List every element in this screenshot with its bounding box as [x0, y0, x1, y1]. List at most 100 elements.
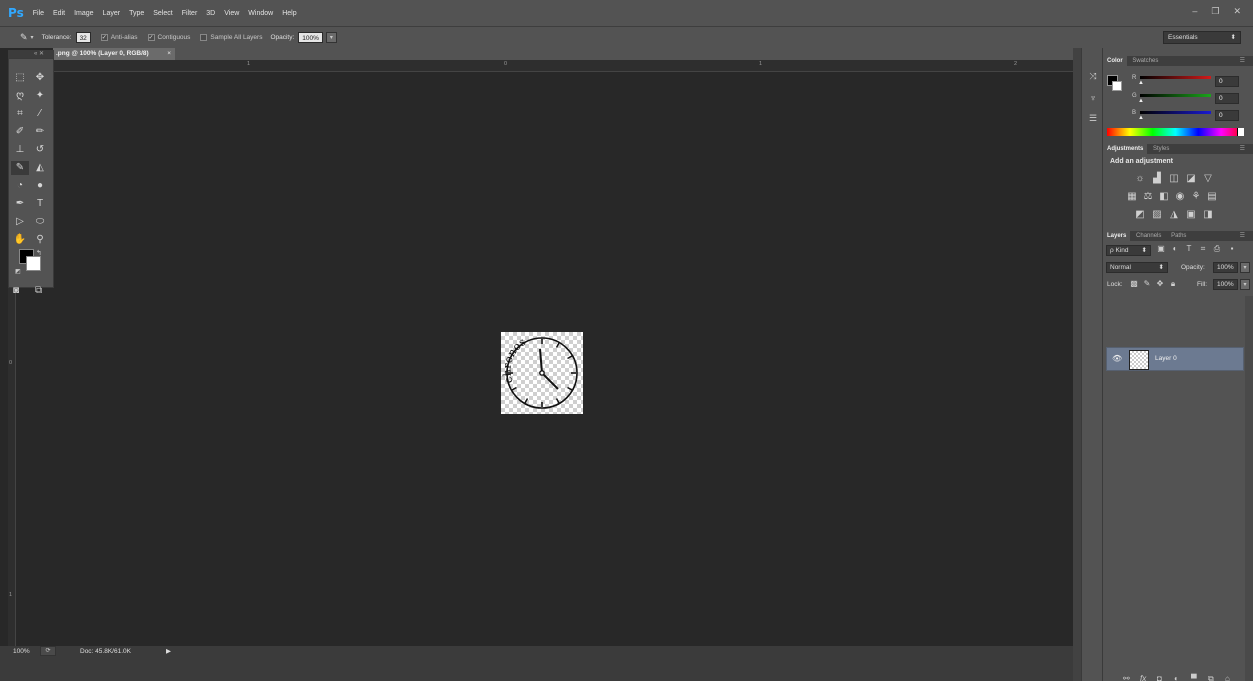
- document-tab[interactable]: .png @ 100% (Layer 0, RGB/8) ×: [53, 48, 175, 60]
- panel-menu-icon[interactable]: ☰: [1236, 231, 1249, 241]
- blend-mode-select[interactable]: Normal ⬍: [1106, 262, 1168, 273]
- filter-smart-object-icon[interactable]: ⎙: [1210, 244, 1224, 254]
- gradient-map-icon[interactable]: ▣: [1184, 209, 1198, 220]
- tab-styles[interactable]: Styles: [1149, 144, 1173, 154]
- magic-wand-tool-icon[interactable]: ✦: [31, 89, 49, 103]
- g-slider[interactable]: [1140, 94, 1211, 97]
- invert-icon[interactable]: ◩: [1133, 209, 1147, 220]
- zoom-level[interactable]: 100%: [13, 648, 30, 655]
- menu-file[interactable]: File: [33, 10, 44, 17]
- menu-select[interactable]: Select: [153, 10, 172, 17]
- brush-presets-icon[interactable]: ♆: [1087, 92, 1099, 104]
- layer-filter-kind[interactable]: ρ Kind ⬍: [1106, 245, 1151, 256]
- tab-color[interactable]: Color: [1103, 56, 1127, 66]
- eraser-tool-icon[interactable]: ✎: [11, 161, 29, 175]
- lock-position-icon[interactable]: ✥: [1153, 279, 1167, 288]
- g-value-input[interactable]: 0: [1215, 93, 1239, 104]
- filter-pixel-icon[interactable]: ▣: [1154, 244, 1168, 253]
- move-tool-icon[interactable]: ✥: [31, 71, 49, 85]
- properties-icon[interactable]: ☰: [1087, 112, 1099, 124]
- workspace-switcher[interactable]: Essentials ⬍: [1163, 31, 1241, 44]
- fill-dropdown[interactable]: ▾: [1240, 279, 1250, 290]
- filter-shape-icon[interactable]: ⌗: [1196, 244, 1210, 254]
- new-group-icon[interactable]: ▀: [1191, 674, 1197, 681]
- crop-tool-icon[interactable]: ⌗: [11, 107, 29, 121]
- menu-3d[interactable]: 3D: [206, 10, 215, 17]
- eye-icon[interactable]: 👁︎: [1112, 354, 1122, 363]
- contiguous-checkbox[interactable]: ✓: [147, 34, 155, 41]
- b-slider-thumb[interactable]: ▲: [1138, 115, 1144, 121]
- minimize-button[interactable]: –: [1192, 6, 1197, 17]
- blur-tool-icon[interactable]: ◔: [11, 179, 29, 193]
- g-slider-thumb[interactable]: ▲: [1138, 98, 1144, 104]
- color-balance-icon[interactable]: ⚖: [1141, 191, 1155, 202]
- status-menu-arrow[interactable]: ▶: [166, 647, 171, 655]
- ellipse-tool-icon[interactable]: ⬭: [31, 215, 49, 229]
- fill-input[interactable]: 100%: [1213, 279, 1238, 290]
- close-button[interactable]: ✕: [1233, 6, 1241, 17]
- menu-view[interactable]: View: [224, 10, 239, 17]
- layer-row[interactable]: 👁︎ Layer 0: [1106, 347, 1244, 371]
- background-eraser-icon[interactable]: ✎: [20, 32, 28, 43]
- menu-type[interactable]: Type: [129, 10, 144, 17]
- dodge-tool-icon[interactable]: ●: [31, 179, 49, 193]
- b-slider[interactable]: [1140, 111, 1211, 114]
- document-image[interactable]: chronos: [500, 332, 583, 414]
- r-value-input[interactable]: 0: [1215, 76, 1239, 87]
- lasso-tool-icon[interactable]: ღ: [11, 89, 29, 103]
- panel-dock-divider[interactable]: [1073, 48, 1081, 681]
- pen-tool-icon[interactable]: ✒: [11, 197, 29, 211]
- tab-swatches[interactable]: Swatches: [1128, 56, 1162, 66]
- layer-opacity-dropdown[interactable]: ▾: [1240, 262, 1250, 273]
- exposure-icon[interactable]: ◪: [1184, 173, 1198, 184]
- panel-menu-icon[interactable]: ☰: [1236, 144, 1249, 154]
- layer-opacity-input[interactable]: 100%: [1213, 262, 1238, 273]
- opacity-input[interactable]: 100%: [298, 32, 323, 43]
- color-bg-swatch[interactable]: [1112, 81, 1122, 91]
- color-spectrum-bar[interactable]: [1107, 128, 1244, 136]
- background-color-swatch[interactable]: [26, 256, 41, 271]
- gradient-tool-icon[interactable]: ◭: [31, 161, 49, 175]
- tab-layers[interactable]: Layers: [1103, 231, 1131, 241]
- tab-paths[interactable]: Paths: [1167, 231, 1190, 241]
- menu-filter[interactable]: Filter: [182, 10, 198, 17]
- tolerance-input[interactable]: 32: [75, 32, 91, 43]
- quick-mask-icon[interactable]: ◙: [13, 285, 19, 296]
- menu-edit[interactable]: Edit: [53, 10, 65, 17]
- anti-alias-checkbox[interactable]: ✓: [100, 34, 108, 41]
- filter-type-icon[interactable]: T: [1182, 244, 1196, 253]
- lock-all-icon[interactable]: 🔒︎: [1166, 279, 1180, 289]
- eyedropper-tool-icon[interactable]: ⁄: [31, 107, 49, 121]
- history-panel-icon[interactable]: ⤨: [1087, 70, 1099, 82]
- layers-scrollbar[interactable]: [1245, 296, 1253, 681]
- brush-tool-icon[interactable]: ✏: [31, 125, 49, 139]
- brightness-contrast-icon[interactable]: ☼: [1133, 173, 1147, 184]
- vibrance-icon[interactable]: ▽: [1201, 173, 1215, 184]
- menu-window[interactable]: Window: [248, 10, 273, 17]
- type-tool-icon[interactable]: T: [31, 197, 49, 211]
- tab-adjustments[interactable]: Adjustments: [1103, 144, 1148, 154]
- zoom-menu-icon[interactable]: ⟳: [40, 646, 56, 656]
- r-slider-thumb[interactable]: ▲: [1138, 80, 1144, 86]
- hue-saturation-icon[interactable]: ▦: [1125, 191, 1139, 202]
- tab-close-icon[interactable]: ×: [167, 48, 171, 60]
- opacity-dropdown[interactable]: ▾: [325, 32, 337, 43]
- new-layer-icon[interactable]: ⧉: [1208, 674, 1214, 681]
- filter-toggle-icon[interactable]: ▪: [1225, 244, 1239, 253]
- photo-filter-icon[interactable]: ◉: [1173, 191, 1187, 202]
- sample-all-layers-checkbox[interactable]: [200, 34, 208, 41]
- channel-mixer-icon[interactable]: ⚘: [1189, 191, 1203, 202]
- black-white-icon[interactable]: ◧: [1157, 191, 1171, 202]
- swap-colors-icon[interactable]: ↰: [36, 249, 42, 257]
- tools-panel-header[interactable]: « ✕: [8, 50, 54, 58]
- layer-name[interactable]: Layer 0: [1155, 355, 1177, 362]
- hand-tool-icon[interactable]: ✋: [11, 233, 29, 247]
- color-lookup-icon[interactable]: ▤: [1205, 191, 1219, 202]
- delete-layer-icon[interactable]: ⌂: [1225, 674, 1230, 681]
- lock-transparent-icon[interactable]: ▩: [1127, 279, 1141, 288]
- path-selection-tool-icon[interactable]: ▷: [11, 215, 29, 229]
- filter-adjustment-icon[interactable]: ◐: [1168, 244, 1182, 253]
- r-slider[interactable]: [1140, 76, 1211, 79]
- default-colors-icon[interactable]: ◩: [15, 268, 21, 275]
- menu-layer[interactable]: Layer: [103, 10, 121, 17]
